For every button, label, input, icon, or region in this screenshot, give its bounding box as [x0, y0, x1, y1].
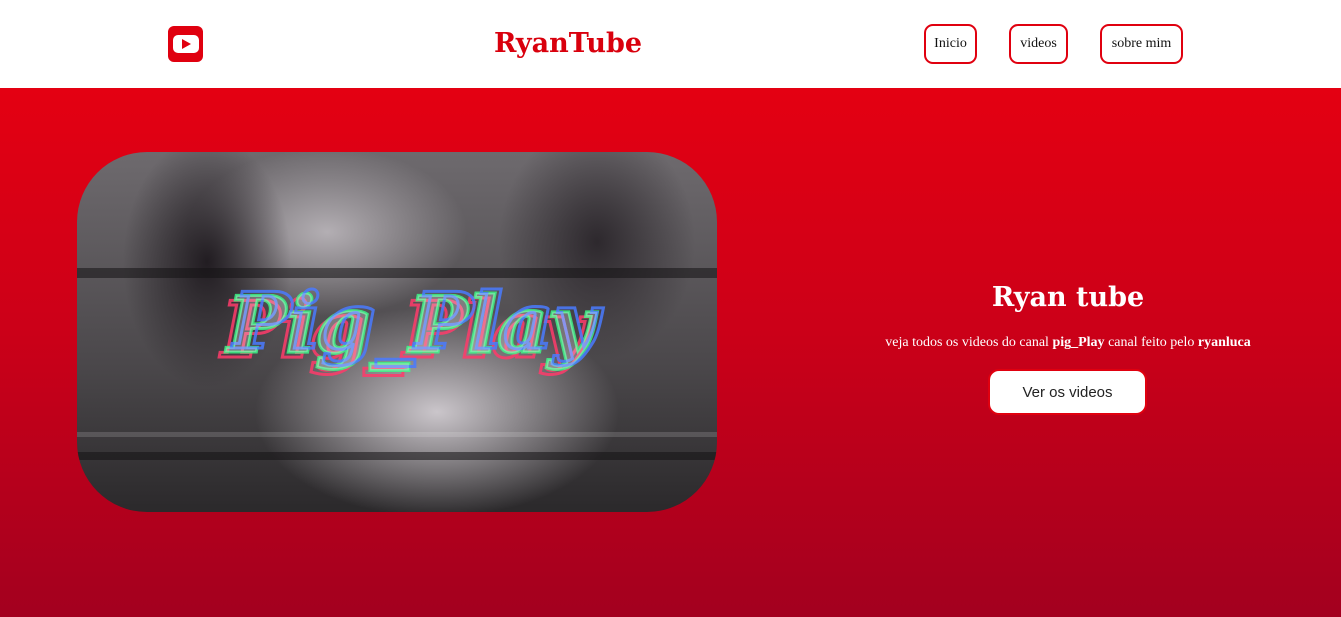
desc-middle: canal feito pelo [1104, 335, 1198, 350]
channel-video[interactable]: Pig_Play Pig_Play Pig_Play Pig_Play [77, 152, 717, 512]
ver-os-videos-button[interactable]: Ver os videos [988, 369, 1147, 415]
nav-sobre-mim-button[interactable]: sobre mim [1100, 24, 1183, 64]
site-header: RyanTube Inicio videos sobre mim [0, 0, 1341, 88]
hero-section: Pig_Play Pig_Play Pig_Play Pig_Play Ryan… [0, 88, 1341, 617]
hero-title: Ryan tube [991, 282, 1145, 313]
desc-channel: pig_Play [1052, 335, 1105, 350]
nav-videos-button[interactable]: videos [1009, 24, 1068, 64]
play-icon [172, 35, 199, 53]
svg-text:Pig_Play: Pig_Play [225, 280, 598, 371]
youtube-logo-icon[interactable] [168, 26, 203, 62]
nav-inicio-button[interactable]: Inicio [924, 24, 977, 64]
site-brand: RyanTube [493, 28, 643, 59]
desc-author: ryanluca [1197, 335, 1251, 350]
desc-prefix: veja todos os videos do canal [885, 335, 1053, 350]
video-title-art: Pig_Play Pig_Play Pig_Play Pig_Play [218, 275, 606, 378]
hero-description: veja todos os videos do canal pig_Play c… [848, 334, 1288, 352]
